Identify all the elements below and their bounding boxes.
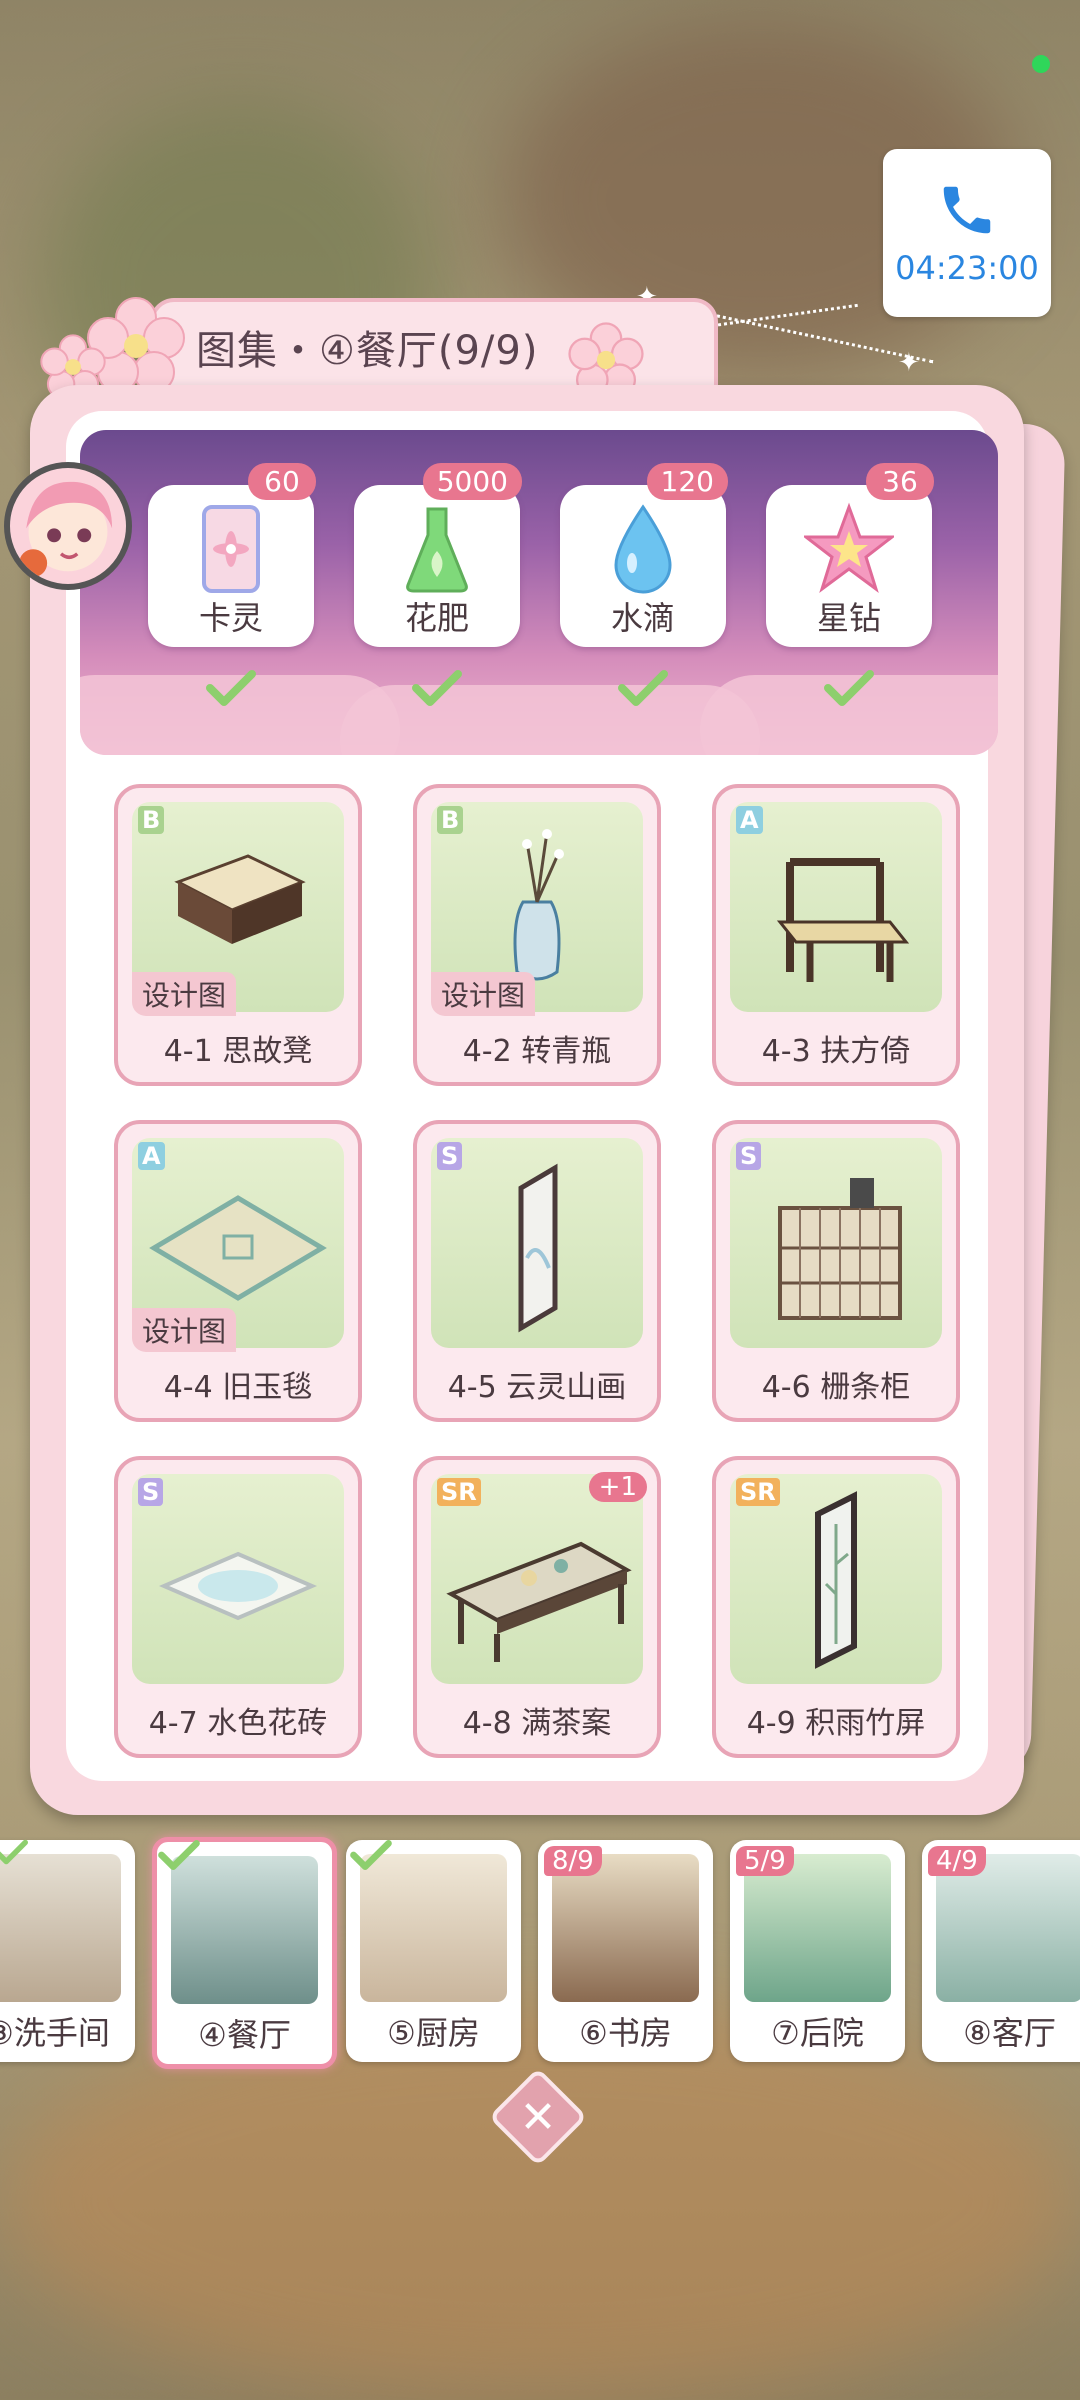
close-icon: ✕ — [519, 2091, 557, 2143]
room-thumbnail — [0, 1854, 121, 2002]
item-card[interactable]: B 设计图 4-2 转青瓶 — [413, 784, 661, 1086]
item-image — [431, 1138, 643, 1348]
room-tab-kitchen[interactable]: ⑤厨房 — [346, 1840, 521, 2062]
room-thumbnail — [552, 1854, 699, 2002]
rarity-badge: S — [138, 1478, 164, 1506]
call-duration: 04:23:00 — [895, 249, 1039, 287]
item-name: 4-4 旧玉毯 — [163, 1370, 313, 1405]
reward-count: 120 — [646, 463, 728, 500]
completed-check-icon — [0, 1839, 28, 1865]
plus-badge: +1 — [588, 1472, 647, 1502]
room-progress-badge: 4/9 — [928, 1846, 986, 1876]
blueprint-tag: 设计图 — [431, 972, 536, 1016]
cloud-decor — [340, 685, 760, 755]
reward-count: 36 — [866, 463, 934, 500]
reward-label: 星钻 — [816, 599, 881, 637]
fertilizer-flask-icon — [402, 501, 472, 601]
reward-fertilizer[interactable]: 5000 花肥 — [354, 463, 522, 647]
item-card[interactable]: A 设计图 4-4 旧玉毯 — [114, 1120, 362, 1422]
item-name: 4-7 水色花砖 — [148, 1706, 328, 1741]
rarity-badge: A — [138, 1142, 165, 1170]
reward-label: 水滴 — [610, 599, 675, 637]
item-image — [132, 1474, 344, 1684]
room-tab-washroom[interactable]: ③洗手间 — [0, 1840, 135, 2062]
room-thumbnail — [744, 1854, 891, 2002]
item-card[interactable]: SR +1 4-8 满茶案 — [413, 1456, 661, 1758]
item-name: 4-6 栅条柜 — [761, 1370, 911, 1405]
painting-icon — [518, 1163, 558, 1333]
item-image — [730, 802, 942, 1012]
tile-icon — [158, 1551, 318, 1621]
reward-label: 花肥 — [404, 599, 469, 637]
item-card[interactable]: A 4-3 扶方倚 — [712, 784, 960, 1086]
cabinet-icon — [778, 1178, 902, 1320]
recording-indicator — [1032, 55, 1050, 73]
room-progress-badge: 5/9 — [736, 1846, 794, 1876]
item-card[interactable]: S 4-6 栅条柜 — [712, 1120, 960, 1422]
rarity-badge: S — [437, 1142, 463, 1170]
item-card[interactable]: SR 4-9 积雨竹屏 — [712, 1456, 960, 1758]
item-name: 4-5 云灵山画 — [447, 1370, 627, 1405]
room-thumbnail — [936, 1854, 1080, 2002]
claimed-check-icon — [824, 670, 874, 706]
room-label: ⑦后院 — [771, 2014, 864, 2052]
chair-icon — [776, 858, 910, 982]
reward-card-spirit[interactable]: 60 卡灵 — [148, 463, 316, 647]
rarity-badge: SR — [736, 1478, 780, 1506]
reward-star-diamond[interactable]: 36 星钻 — [766, 463, 934, 647]
room-thumbnail — [171, 1856, 318, 2004]
blueprint-tag: 设计图 — [132, 1308, 237, 1352]
item-card[interactable]: S 4-5 云灵山画 — [413, 1120, 661, 1422]
card-icon — [196, 501, 266, 601]
room-label: ④餐厅 — [198, 2016, 291, 2054]
reward-count: 60 — [248, 463, 316, 500]
rarity-badge: A — [736, 806, 763, 834]
item-name: 4-2 转青瓶 — [462, 1034, 612, 1069]
room-label: ⑧客厅 — [963, 2014, 1056, 2052]
water-drop-icon — [608, 501, 678, 601]
blueprint-tag: 设计图 — [132, 972, 237, 1016]
room-label: ⑤厨房 — [387, 2014, 480, 2052]
reward-label: 卡灵 — [198, 599, 263, 637]
room-label: ⑥书房 — [579, 2014, 672, 2052]
claimed-check-icon — [618, 670, 668, 706]
room-tab-living-room[interactable]: 4/9 ⑧客厅 — [922, 1840, 1080, 2062]
completed-check-icon — [350, 1840, 392, 1870]
room-label: ③洗手间 — [0, 2014, 110, 2052]
avatar-face-icon — [19, 481, 113, 578]
star-diamond-icon — [801, 501, 897, 601]
claimed-check-icon — [412, 670, 462, 706]
item-card[interactable]: B 设计图 4-1 思故凳 — [114, 784, 362, 1086]
rarity-badge: S — [736, 1142, 762, 1170]
item-name: 4-3 扶方倚 — [761, 1034, 911, 1069]
room-tab-backyard[interactable]: 5/9 ⑦后院 — [730, 1840, 905, 2062]
rarity-badge: B — [138, 806, 165, 834]
rarity-badge: SR — [437, 1478, 481, 1506]
phone-icon — [943, 186, 991, 234]
item-name: 4-1 思故凳 — [163, 1034, 313, 1069]
call-widget[interactable]: 04:23:00 — [883, 149, 1051, 317]
page-title: 图集・④餐厅(9/9) — [196, 328, 539, 374]
reward-count: 5000 — [422, 463, 522, 500]
claimed-check-icon — [206, 670, 256, 706]
item-card[interactable]: S 4-7 水色花砖 — [114, 1456, 362, 1758]
room-thumbnail — [360, 1854, 507, 2002]
room-tab-study[interactable]: 8/9 ⑥书房 — [538, 1840, 713, 2062]
room-tab-dining[interactable]: ④餐厅 — [152, 1837, 337, 2069]
item-image — [730, 1138, 942, 1348]
reward-water[interactable]: 120 水滴 — [560, 463, 728, 647]
sparkle-icon: ✦ — [898, 348, 920, 378]
rarity-badge: B — [437, 806, 464, 834]
player-avatar[interactable] — [4, 462, 132, 590]
item-name: 4-9 积雨竹屏 — [746, 1706, 926, 1741]
room-progress-badge: 8/9 — [544, 1846, 602, 1876]
item-name: 4-8 满茶案 — [462, 1706, 612, 1741]
completed-check-icon — [158, 1840, 200, 1870]
